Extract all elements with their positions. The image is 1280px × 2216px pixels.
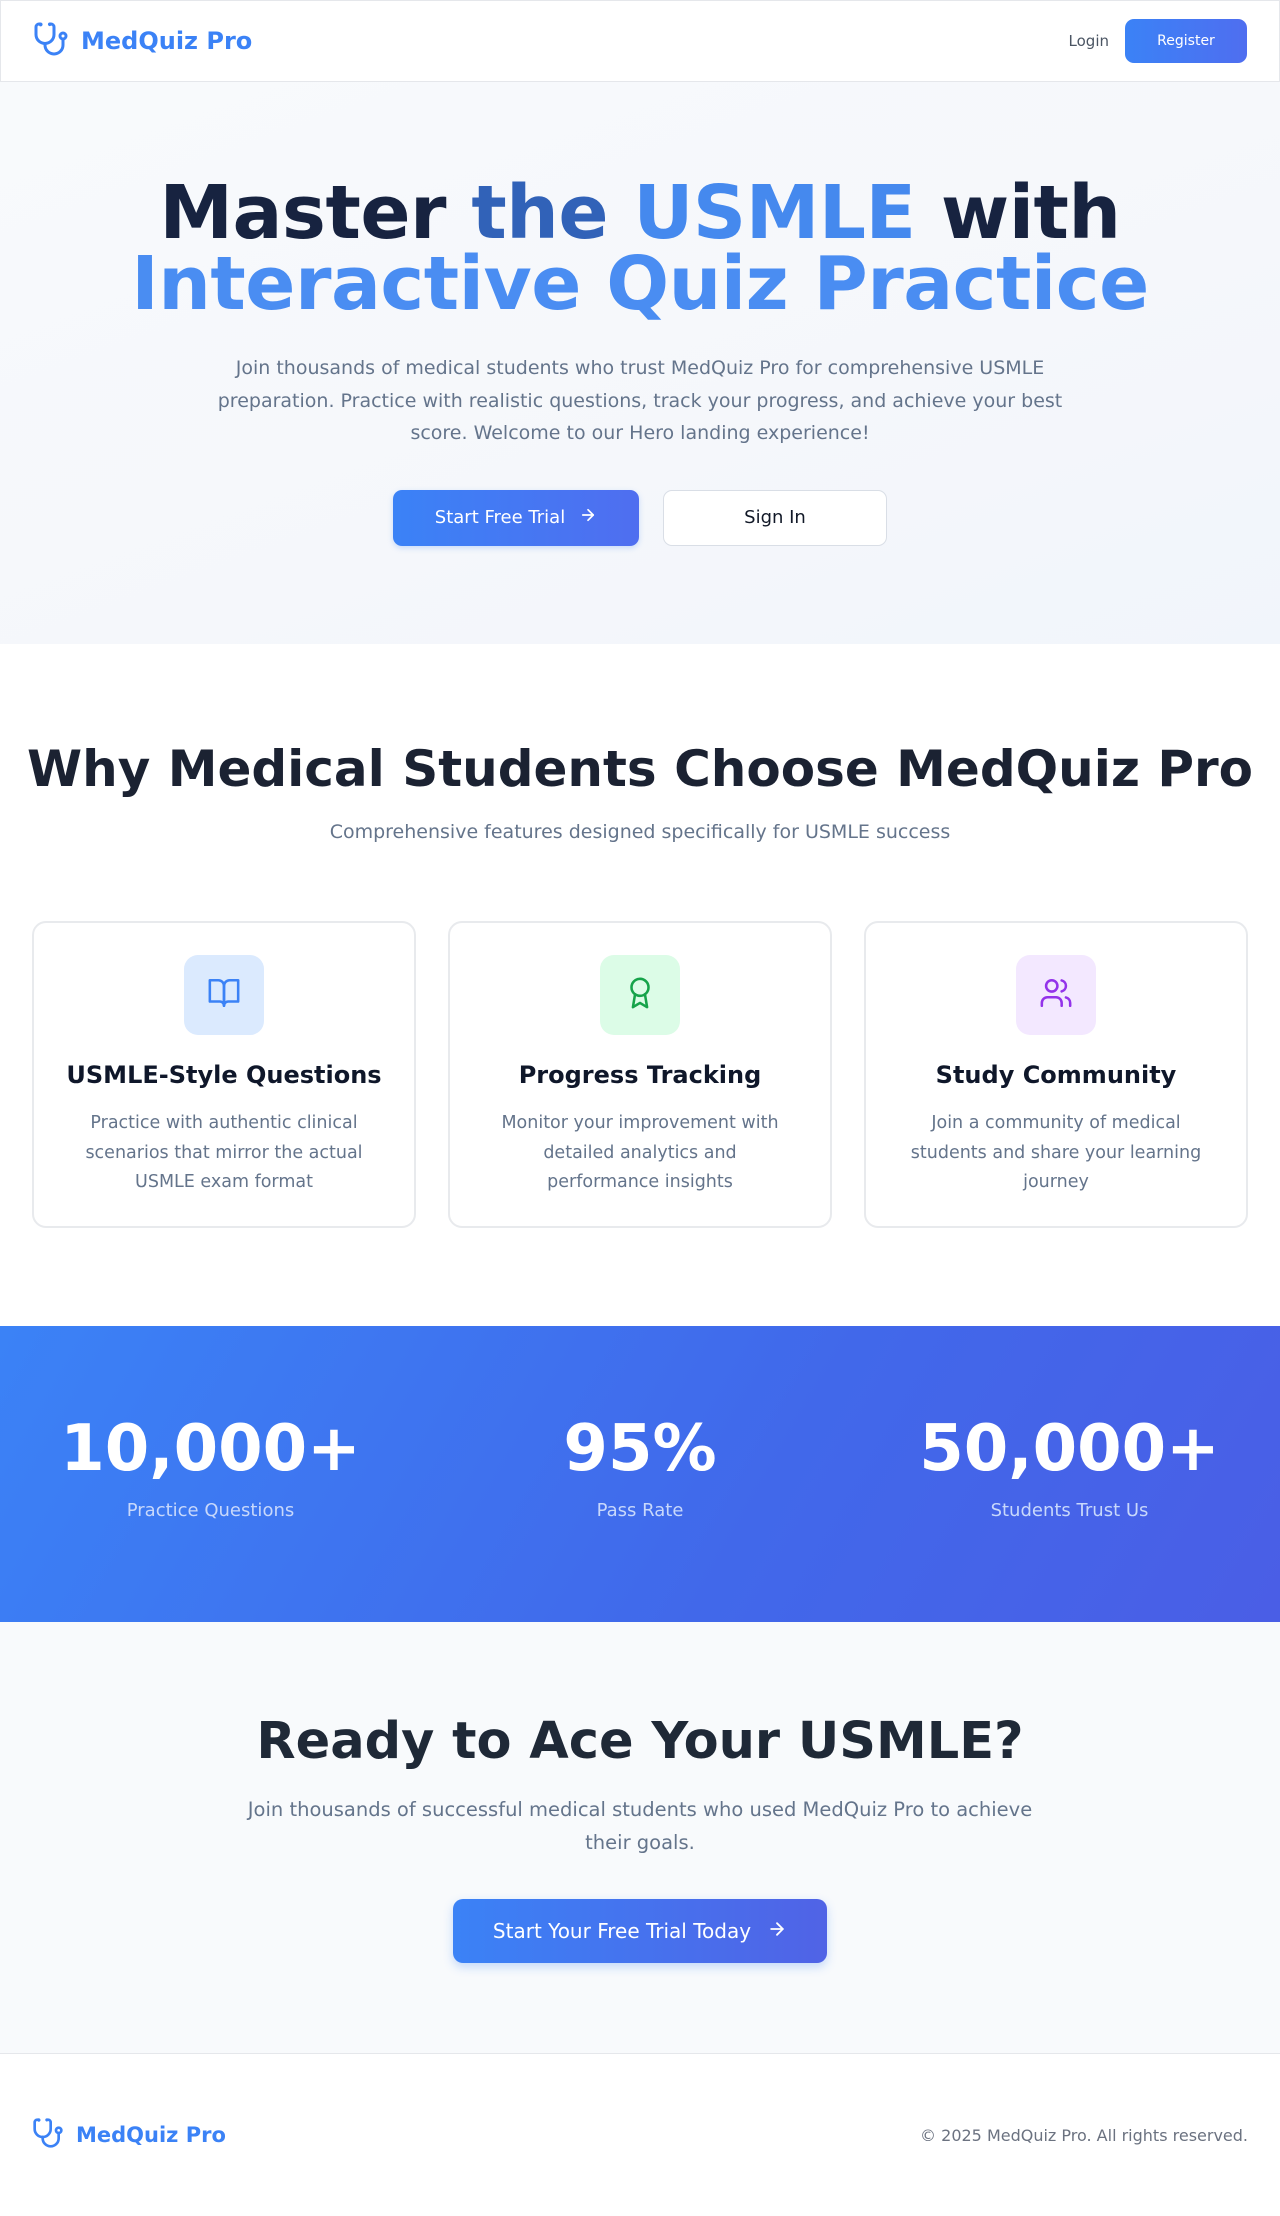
stat-label: Practice Questions (126, 1500, 295, 1521)
feature-cards: USMLE-Style Questions Practice with auth… (0, 921, 1280, 1228)
cta-section: Ready to Ace Your USMLE? Join thousands … (0, 1622, 1280, 2054)
cta-title: Ready to Ace Your USMLE? (256, 1712, 1024, 1771)
arrow-right-icon (579, 506, 597, 529)
stethoscope-icon (32, 2117, 64, 2153)
feature-card-description: Join a community of medical students and… (910, 1113, 1202, 1192)
start-free-trial-label: Start Free Trial (434, 507, 566, 528)
feature-card: Progress Tracking Monitor your improveme… (448, 921, 832, 1228)
footer-brand-name: MedQuiz Pro (76, 2123, 226, 2147)
feature-card: USMLE-Style Questions Practice with auth… (32, 921, 416, 1228)
feature-icon-tile (600, 955, 680, 1035)
cta-subtitle: Join thousands of successful medical stu… (247, 1798, 1033, 1854)
feature-card-title: Study Community (935, 1061, 1177, 1089)
stat-label: Pass Rate (596, 1500, 684, 1521)
start-free-trial-button[interactable]: Start Free Trial (393, 489, 639, 546)
copyright-text: © 2025 MedQuiz Pro. All rights reserved. (920, 2125, 1248, 2145)
start-trial-today-label: Start Your Free Trial Today (492, 1919, 752, 1943)
users-icon (1039, 976, 1073, 1014)
arrow-right-icon (767, 1919, 787, 1944)
book-open-icon (207, 976, 241, 1014)
site-header: MedQuiz Pro Login Register (0, 0, 1280, 82)
features-subtitle: Comprehensive features designed specific… (329, 821, 951, 843)
footer-brand[interactable]: MedQuiz Pro (32, 2117, 226, 2153)
stats-section: 10,000+ Practice Questions 95% Pass Rate… (0, 1326, 1280, 1622)
features-title: Why Medical Students Choose MedQuiz Pro (26, 740, 1254, 798)
feature-card-description: Monitor your improvement with detailed a… (501, 1113, 779, 1192)
stat-item: 10,000+ Practice Questions (0, 1414, 421, 1622)
cta-actions: Start Your Free Trial Today (0, 1899, 1280, 1963)
hero-subtitle: Join thousands of medical students who t… (217, 357, 1063, 444)
stat-value: 95% (563, 1412, 717, 1486)
stat-item: 50,000+ Students Trust Us (859, 1414, 1280, 1622)
feature-card-title: Progress Tracking (518, 1061, 762, 1089)
feature-card: Study Community Join a community of medi… (864, 921, 1248, 1228)
stat-item: 95% Pass Rate (430, 1414, 851, 1622)
feature-icon-tile (1016, 955, 1096, 1035)
feature-card-title: USMLE-Style Questions (66, 1061, 382, 1089)
hero-section: Master the USMLE with Interactive Quiz P… (0, 82, 1280, 644)
features-section: Why Medical Students Choose MedQuiz Pro … (0, 644, 1280, 1326)
hero-title-line2: Interactive Quiz Practice (131, 241, 1149, 327)
stat-value: 50,000+ (919, 1412, 1220, 1486)
brand-name: MedQuiz Pro (81, 27, 253, 55)
start-trial-today-button[interactable]: Start Your Free Trial Today (453, 1899, 827, 1963)
login-link[interactable]: Login (1069, 32, 1109, 50)
stat-label: Students Trust Us (990, 1500, 1149, 1521)
hero-title: Master the USMLE with Interactive Quiz P… (0, 176, 1280, 321)
register-button[interactable]: Register (1125, 19, 1247, 63)
feature-card-description: Practice with authentic clinical scenari… (85, 1113, 363, 1192)
sign-in-button[interactable]: Sign In (663, 489, 887, 546)
stethoscope-icon (33, 21, 69, 61)
hero-actions: Start Free Trial Sign In (0, 489, 1280, 546)
feature-icon-tile (184, 955, 264, 1035)
stat-value: 10,000+ (60, 1412, 361, 1486)
brand[interactable]: MedQuiz Pro (33, 21, 252, 61)
header-nav: Login Register (1069, 19, 1247, 63)
award-icon (623, 976, 657, 1014)
site-footer: MedQuiz Pro © 2025 MedQuiz Pro. All righ… (0, 2054, 1280, 2216)
